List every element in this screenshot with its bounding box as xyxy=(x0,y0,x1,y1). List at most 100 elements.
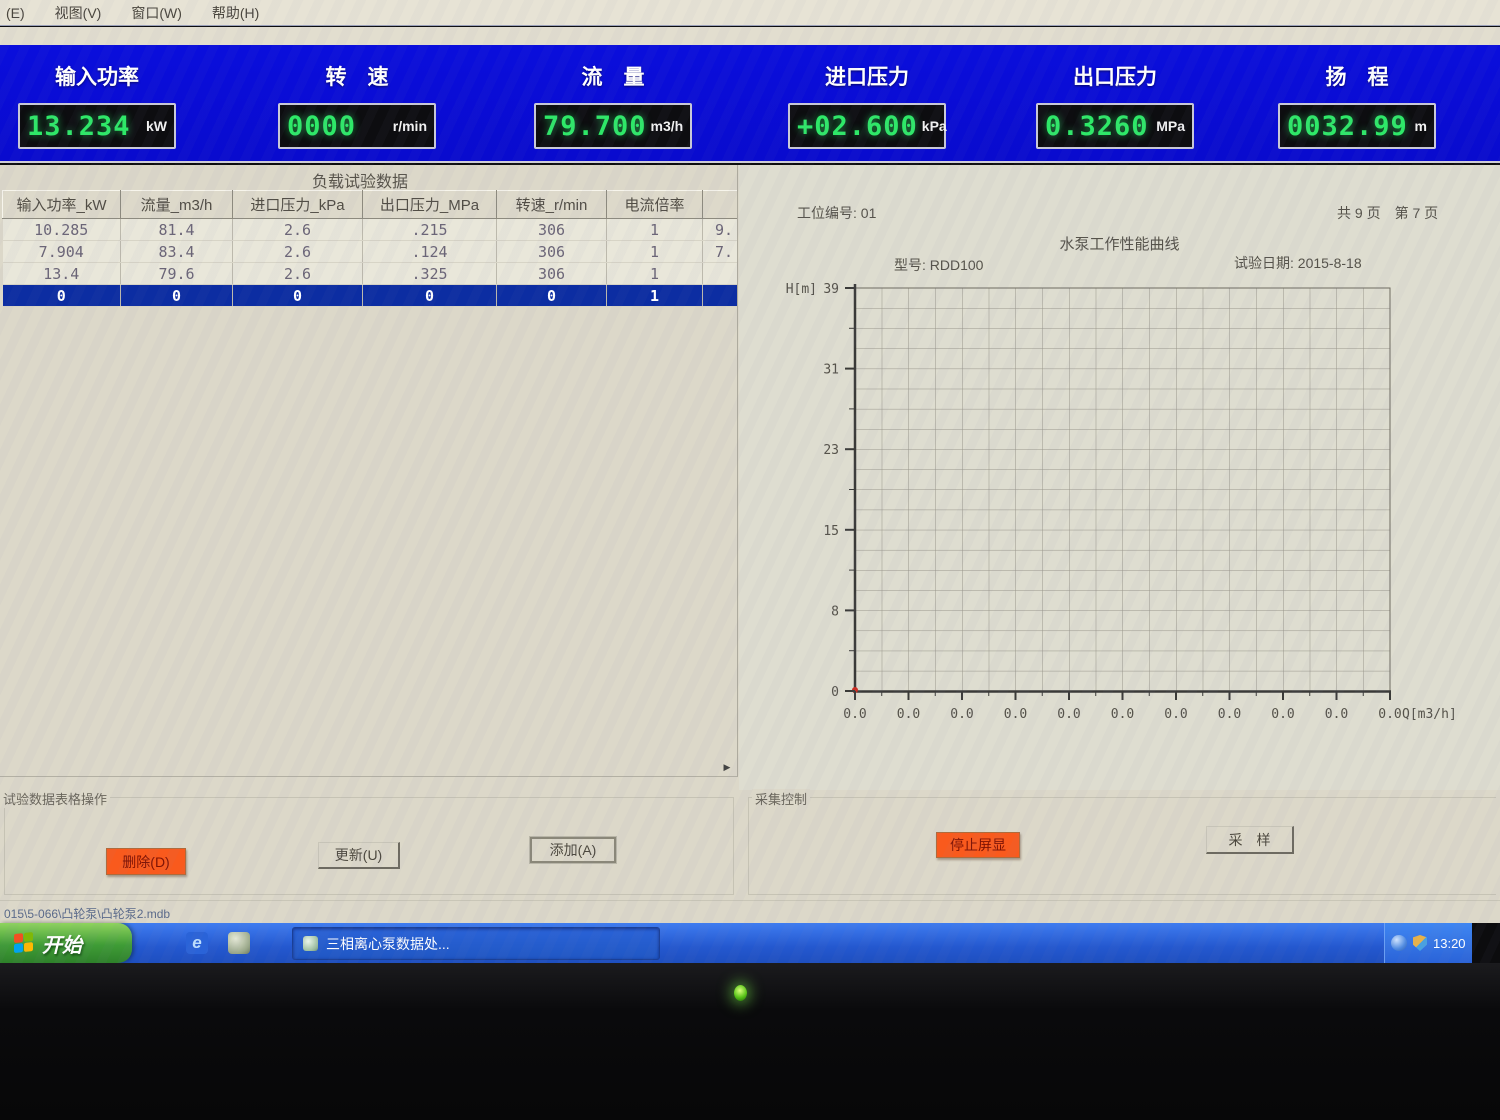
menu-item-view[interactable]: 视图(V) xyxy=(55,3,102,23)
table-cell: .215 xyxy=(363,219,497,241)
update-button[interactable]: 更新(U) xyxy=(318,842,400,869)
svg-text:0.0: 0.0 xyxy=(1325,707,1348,722)
table-cell: 0 xyxy=(121,285,233,307)
windows-flag-icon xyxy=(14,932,34,954)
svg-text:Q[m3/h]: Q[m3/h] xyxy=(1402,707,1457,722)
add-button[interactable]: 添加(A) xyxy=(530,837,616,863)
svg-text:0: 0 xyxy=(831,685,839,700)
meter-value: 0032.99 xyxy=(1287,111,1408,142)
hscroll-right-arrow[interactable]: ▶ xyxy=(720,761,734,774)
table-cell: 2.6 xyxy=(233,219,363,241)
meter-display: 0032.99 m xyxy=(1278,103,1436,149)
security-shield-icon[interactable] xyxy=(1413,935,1427,951)
column-header[interactable]: 进口压力_kPa xyxy=(233,191,363,219)
load-test-data-panel: 负载试验数据 输入功率_kW 流量_m3/h 进口压力_kPa 出口压力_MPa… xyxy=(0,165,738,777)
table-cell: .325 xyxy=(363,263,497,285)
svg-text:39: 39 xyxy=(823,282,839,297)
column-header[interactable]: 电流倍率 xyxy=(607,191,703,219)
table-cell xyxy=(703,263,738,285)
meter-display: +02.600 kPa xyxy=(788,103,946,149)
power-led xyxy=(734,985,747,1001)
taskbar: 开始 e 三相离心泵数据处... 13:20 xyxy=(0,923,1472,963)
table-cell: 13.4 xyxy=(3,263,121,285)
system-tray: 13:20 xyxy=(1384,923,1472,963)
round-blue-icon[interactable] xyxy=(1391,935,1407,951)
table-header-row: 输入功率_kW 流量_m3/h 进口压力_kPa 出口压力_MPa 转速_r/m… xyxy=(3,191,738,219)
table-row[interactable]: 13.4 79.6 2.6 .325 306 1 xyxy=(3,263,738,285)
task-button-label: 三相离心泵数据处... xyxy=(326,934,450,954)
svg-text:0.0: 0.0 xyxy=(1218,707,1241,722)
svg-text:31: 31 xyxy=(823,363,839,378)
svg-text:23: 23 xyxy=(823,443,839,458)
meter-value: 79.700 xyxy=(543,111,647,142)
table-cell: 306 xyxy=(497,219,607,241)
svg-text:0.0: 0.0 xyxy=(950,707,973,722)
database-path-text: 015\5-066\凸轮泵\凸轮泵2.mdb xyxy=(4,907,170,921)
table-cell: 306 xyxy=(497,241,607,263)
table-cell: 1 xyxy=(607,263,703,285)
table-cell: 83.4 xyxy=(121,241,233,263)
performance-curve-panel: 工位编号: 01 共 9 页 第 7 页 水泵工作性能曲线 型号: RDD100… xyxy=(739,165,1500,790)
app-icon xyxy=(303,936,318,951)
monitor-bezel xyxy=(0,963,1500,1120)
svg-text:0.0: 0.0 xyxy=(897,707,920,722)
table-cell: 10.285 xyxy=(3,219,121,241)
column-header[interactable]: 输入功率_kW xyxy=(3,191,121,219)
table-row[interactable]: 0 0 0 0 0 1 xyxy=(3,285,738,307)
meter-label: 进口压力 xyxy=(782,61,952,91)
taskbar-clock[interactable]: 13:20 xyxy=(1433,936,1466,951)
column-header[interactable]: 流量_m3/h xyxy=(121,191,233,219)
menu-item-help[interactable]: 帮助(H) xyxy=(212,3,259,23)
instrument-panel: 输入功率 13.234 kW 转 速 0000 r/min 流 量 79.700… xyxy=(0,45,1500,163)
column-header[interactable]: 转速_r/min xyxy=(497,191,607,219)
table-cell: 2.6 xyxy=(233,263,363,285)
start-button-label: 开始 xyxy=(42,929,82,958)
table-cell: 7. xyxy=(703,241,738,263)
sample-button[interactable]: 采 样 xyxy=(1206,826,1294,854)
ie-icon[interactable]: e xyxy=(186,932,208,954)
meter-value: 0000 xyxy=(287,111,356,142)
menu-item-window[interactable]: 窗口(W) xyxy=(131,3,182,23)
meter-display: 0000 r/min xyxy=(278,103,436,149)
table-row[interactable]: 10.285 81.4 2.6 .215 306 1 9. xyxy=(3,219,738,241)
start-button[interactable]: 开始 xyxy=(0,923,132,963)
meter-value: 13.234 xyxy=(27,111,131,142)
stop-display-button[interactable]: 停止屏显 xyxy=(936,832,1020,858)
meter-value: +02.600 xyxy=(797,111,918,142)
meter-unit: m xyxy=(1415,118,1427,134)
monitor-photo: (E) 视图(V) 窗口(W) 帮助(H) 输入功率 13.234 kW 转 速… xyxy=(0,0,1500,1120)
svg-text:15: 15 xyxy=(823,524,839,539)
meter-value: 0.3260 xyxy=(1045,111,1149,142)
meter-label: 出口压力 xyxy=(1030,61,1200,91)
menu-item-edit-partial[interactable]: (E) xyxy=(6,5,25,21)
window-top-strip xyxy=(0,27,1500,45)
delete-button[interactable]: 删除(D) xyxy=(106,848,186,875)
table-cell xyxy=(703,285,738,307)
task-button-pump-app[interactable]: 三相离心泵数据处... xyxy=(292,927,660,960)
svg-text:0.0: 0.0 xyxy=(1164,707,1187,722)
table-cell: 0 xyxy=(233,285,363,307)
meter-unit: kPa xyxy=(922,118,947,134)
table-cell: 79.6 xyxy=(121,263,233,285)
table-cell: 1 xyxy=(607,219,703,241)
acq-control-group-label: 采集控制 xyxy=(752,789,810,808)
data-grid: 输入功率_kW 流量_m3/h 进口压力_kPa 出口压力_MPa 转速_r/m… xyxy=(2,190,737,307)
table-cell: 9. xyxy=(703,219,738,241)
svg-text:0.0: 0.0 xyxy=(1004,707,1027,722)
chart-grid xyxy=(855,288,1390,691)
station-number-label: 工位编号: 01 xyxy=(797,203,876,223)
meter-display: 79.700 m3/h xyxy=(534,103,692,149)
column-header[interactable]: 出口压力_MPa xyxy=(363,191,497,219)
table-cell: 0 xyxy=(363,285,497,307)
table-cell: 1 xyxy=(607,241,703,263)
svg-text:0.0: 0.0 xyxy=(1057,707,1080,722)
program-icon[interactable] xyxy=(228,932,250,954)
chart-title: 水泵工作性能曲线 xyxy=(739,233,1500,254)
status-bar: 015\5-066\凸轮泵\凸轮泵2.mdb xyxy=(0,900,1500,923)
column-header[interactable]: 电机输出 xyxy=(703,191,738,219)
table-cell: 1 xyxy=(607,285,703,307)
table-row[interactable]: 7.904 83.4 2.6 .124 306 1 7. xyxy=(3,241,738,263)
table-cell: 0 xyxy=(3,285,121,307)
meter-display: 13.234 kW xyxy=(18,103,176,149)
main-area: 负载试验数据 输入功率_kW 流量_m3/h 进口压力_kPa 出口压力_MPa… xyxy=(0,165,1500,923)
